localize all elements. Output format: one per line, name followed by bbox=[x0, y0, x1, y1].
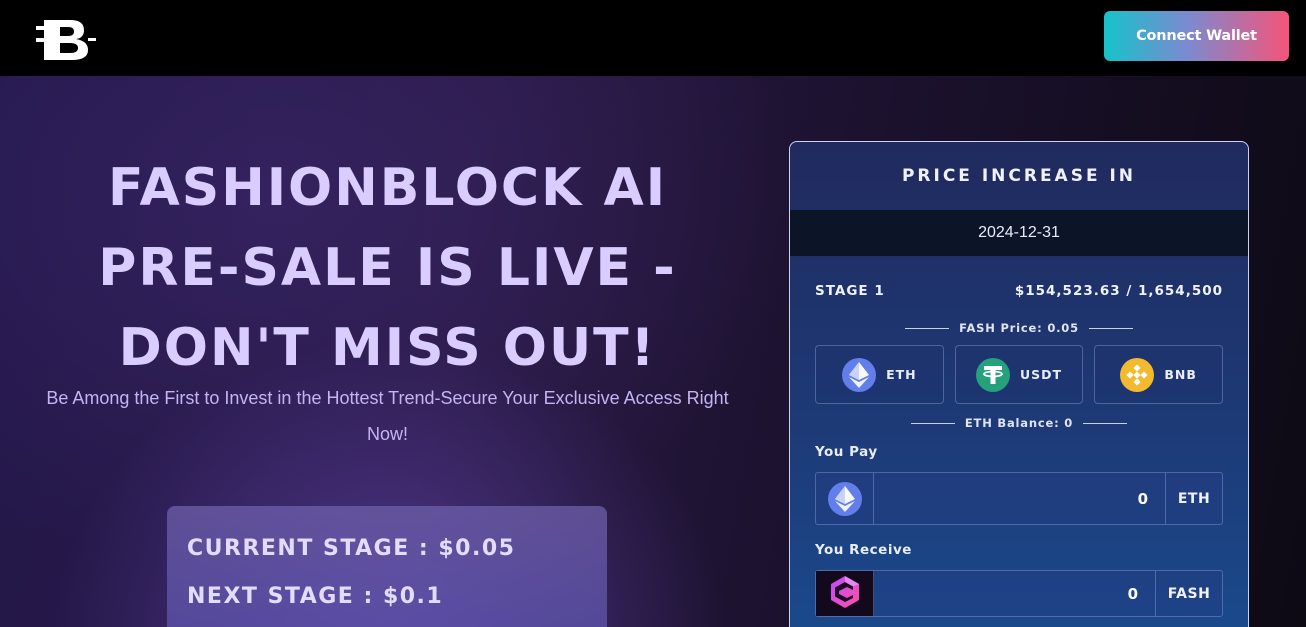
pay-currency-cell bbox=[816, 473, 874, 524]
you-pay-label: You Pay bbox=[815, 444, 878, 460]
current-stage-price: CURRENT STAGE : $0.05 bbox=[187, 536, 516, 561]
brand-logo[interactable] bbox=[34, 18, 98, 62]
next-stage-price: NEXT STAGE : $0.1 bbox=[187, 584, 444, 609]
eth-balance-label: ETH Balance: 0 bbox=[964, 416, 1074, 430]
receive-amount-input[interactable] bbox=[874, 571, 1155, 616]
pay-amount-input[interactable] bbox=[874, 473, 1165, 524]
token-eth-button[interactable]: ETH bbox=[815, 345, 944, 404]
balance-divider: ETH Balance: 0 bbox=[790, 416, 1248, 430]
hero-subtitle: Be Among the First to Invest in the Hott… bbox=[46, 388, 729, 444]
divider-line bbox=[905, 327, 950, 329]
stage-progress-row: STAGE 1 $154,523.63 / 1,654,500 bbox=[815, 283, 1223, 299]
connect-wallet-button[interactable]: Connect Wallet bbox=[1104, 11, 1289, 61]
hero-title: FASHIONBLOCK AI PRE-SALE IS LIVE - DON'T… bbox=[98, 158, 677, 378]
fash-token-icon bbox=[827, 574, 863, 614]
pay-input-group: ETH bbox=[815, 472, 1223, 525]
fash-price-label: FASH Price: 0.05 bbox=[959, 321, 1079, 335]
token-name: ETH bbox=[886, 367, 917, 382]
receive-input-group: FASH bbox=[815, 570, 1223, 617]
you-receive-label: You Receive bbox=[815, 542, 912, 558]
receive-currency-cell bbox=[816, 571, 874, 616]
presale-widget: PRICE INCREASE IN 2024-12-31 STAGE 1 $15… bbox=[789, 141, 1249, 627]
divider-line bbox=[1083, 422, 1128, 424]
token-selector: ETH USDT BNB bbox=[815, 345, 1224, 404]
bnb-icon bbox=[1120, 357, 1155, 392]
eth-icon bbox=[842, 357, 877, 392]
token-bnb-button[interactable]: BNB bbox=[1094, 345, 1224, 404]
widget-title: PRICE INCREASE IN bbox=[901, 166, 1137, 186]
token-name: USDT bbox=[1019, 367, 1063, 382]
stage-label: STAGE 1 bbox=[815, 283, 885, 299]
token-name: BNB bbox=[1164, 367, 1197, 382]
divider-line bbox=[1088, 327, 1133, 329]
pay-unit: ETH bbox=[1165, 473, 1222, 524]
eth-icon bbox=[827, 481, 862, 516]
stage-price-card: CURRENT STAGE : $0.05 NEXT STAGE : $0.1 bbox=[167, 506, 607, 627]
token-usdt-button[interactable]: USDT bbox=[954, 345, 1084, 404]
raised-amount: $154,523.63 / 1,654,500 bbox=[1014, 283, 1223, 299]
divider-line bbox=[910, 422, 955, 424]
fash-price-divider: FASH Price: 0.05 bbox=[790, 321, 1248, 335]
receive-unit: FASH bbox=[1155, 571, 1222, 616]
usdt-icon bbox=[975, 357, 1010, 392]
top-nav: Connect Wallet bbox=[0, 0, 1306, 76]
countdown-date: 2024-12-31 bbox=[790, 210, 1248, 256]
